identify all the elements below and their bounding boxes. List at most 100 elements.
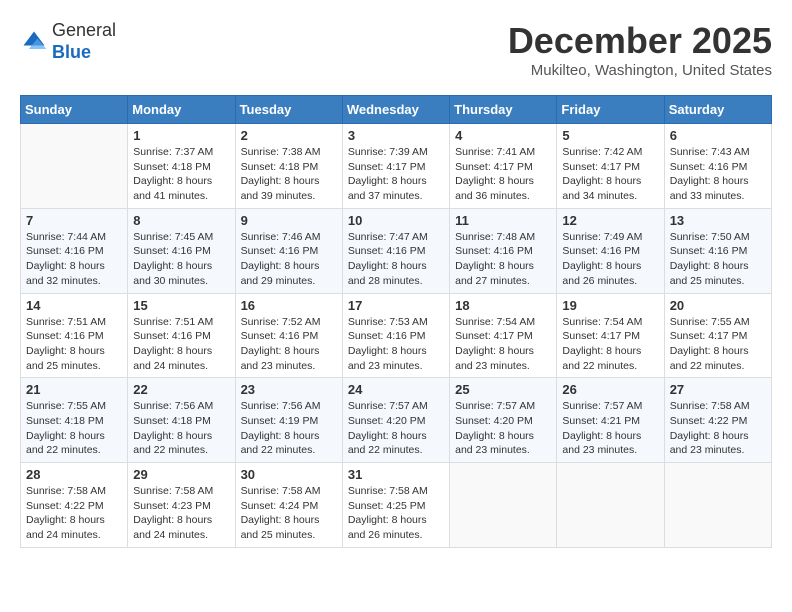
day-number: 6 <box>670 128 766 143</box>
day-info: Sunrise: 7:57 AMSunset: 4:20 PMDaylight:… <box>348 399 444 458</box>
month-title: December 2025 <box>508 20 772 62</box>
day-number: 14 <box>26 298 122 313</box>
day-number: 25 <box>455 382 551 397</box>
calendar-cell: 5Sunrise: 7:42 AMSunset: 4:17 PMDaylight… <box>557 124 664 209</box>
day-info: Sunrise: 7:48 AMSunset: 4:16 PMDaylight:… <box>455 230 551 289</box>
calendar-cell: 31Sunrise: 7:58 AMSunset: 4:25 PMDayligh… <box>342 463 449 548</box>
calendar-cell <box>664 463 771 548</box>
calendar-week-row: 1Sunrise: 7:37 AMSunset: 4:18 PMDaylight… <box>21 124 772 209</box>
logo-general-text: General <box>52 20 116 42</box>
weekday-header-wednesday: Wednesday <box>342 96 449 124</box>
day-number: 8 <box>133 213 229 228</box>
weekday-header-tuesday: Tuesday <box>235 96 342 124</box>
day-info: Sunrise: 7:44 AMSunset: 4:16 PMDaylight:… <box>26 230 122 289</box>
weekday-header-row: SundayMondayTuesdayWednesdayThursdayFrid… <box>21 96 772 124</box>
day-number: 11 <box>455 213 551 228</box>
calendar-cell <box>21 124 128 209</box>
calendar-cell: 22 Sunrise: 7:56 AMSunset: 4:18 PMDayligh… <box>128 378 235 463</box>
day-number: 24 <box>348 382 444 397</box>
day-info: Sunrise: 7:47 AMSunset: 4:16 PMDaylight:… <box>348 230 444 289</box>
day-info: Sunrise: 7:55 AMSunset: 4:18 PMDaylight:… <box>26 399 122 458</box>
day-number: 10 <box>348 213 444 228</box>
calendar-cell: 15 Sunrise: 7:51 AMSunset: 4:16 PMDayligh… <box>128 293 235 378</box>
day-info: Sunrise: 7:54 AMSunset: 4:17 PMDaylight:… <box>455 315 551 374</box>
calendar-table: SundayMondayTuesdayWednesdayThursdayFrid… <box>20 95 772 548</box>
day-info: Sunrise: 7:37 AMSunset: 4:18 PMDaylight:… <box>133 145 229 204</box>
weekday-header-monday: Monday <box>128 96 235 124</box>
day-info: Sunrise: 7:58 AMSunset: 4:25 PMDaylight:… <box>348 484 444 543</box>
day-info: Sunrise: 7:50 AMSunset: 4:16 PMDaylight:… <box>670 230 766 289</box>
day-number: 26 <box>562 382 658 397</box>
day-info: Sunrise: 7:58 AMSunset: 4:24 PMDaylight:… <box>241 484 337 543</box>
calendar-week-row: 14 Sunrise: 7:51 AMSunset: 4:16 PMDayligh… <box>21 293 772 378</box>
day-info: Sunrise: 7:56 AMSunset: 4:19 PMDaylight:… <box>241 399 337 458</box>
calendar-cell: 2 Sunrise: 7:38 AMSunset: 4:18 PMDaylight… <box>235 124 342 209</box>
calendar-cell: 10 Sunrise: 7:47 AMSunset: 4:16 PMDayligh… <box>342 208 449 293</box>
calendar-cell: 27Sunrise: 7:58 AMSunset: 4:22 PMDayligh… <box>664 378 771 463</box>
title-block: December 2025 Mukilteo, Washington, Unit… <box>508 20 772 79</box>
logo-blue-text: Blue <box>52 42 116 64</box>
day-number: 17 <box>348 298 444 313</box>
day-number: 13 <box>670 213 766 228</box>
day-info: Sunrise: 7:49 AMSunset: 4:16 PMDaylight:… <box>562 230 658 289</box>
weekday-header-friday: Friday <box>557 96 664 124</box>
day-info: Sunrise: 7:57 AMSunset: 4:20 PMDaylight:… <box>455 399 551 458</box>
calendar-cell: 20Sunrise: 7:55 AMSunset: 4:17 PMDayligh… <box>664 293 771 378</box>
day-info: Sunrise: 7:51 AMSunset: 4:16 PMDaylight:… <box>26 315 122 374</box>
day-number: 9 <box>241 213 337 228</box>
calendar-cell: 1Sunrise: 7:37 AMSunset: 4:18 PMDaylight… <box>128 124 235 209</box>
calendar-cell: 14 Sunrise: 7:51 AMSunset: 4:16 PMDayligh… <box>21 293 128 378</box>
calendar-cell: 21 Sunrise: 7:55 AMSunset: 4:18 PMDayligh… <box>21 378 128 463</box>
calendar-cell: 13 Sunrise: 7:50 AMSunset: 4:16 PMDayligh… <box>664 208 771 293</box>
day-number: 4 <box>455 128 551 143</box>
day-number: 28 <box>26 467 122 482</box>
calendar-cell: 25 Sunrise: 7:57 AMSunset: 4:20 PMDayligh… <box>450 378 557 463</box>
calendar-week-row: 28 Sunrise: 7:58 AMSunset: 4:22 PMDayligh… <box>21 463 772 548</box>
day-number: 20 <box>670 298 766 313</box>
calendar-week-row: 21 Sunrise: 7:55 AMSunset: 4:18 PMDayligh… <box>21 378 772 463</box>
day-info: Sunrise: 7:39 AMSunset: 4:17 PMDaylight:… <box>348 145 444 204</box>
day-number: 2 <box>241 128 337 143</box>
day-info: Sunrise: 7:45 AMSunset: 4:16 PMDaylight:… <box>133 230 229 289</box>
weekday-header-thursday: Thursday <box>450 96 557 124</box>
day-number: 29 <box>133 467 229 482</box>
location-text: Mukilteo, Washington, United States <box>508 62 772 79</box>
day-info: Sunrise: 7:58 AMSunset: 4:22 PMDaylight:… <box>26 484 122 543</box>
day-number: 15 <box>133 298 229 313</box>
calendar-cell: 24 Sunrise: 7:57 AMSunset: 4:20 PMDayligh… <box>342 378 449 463</box>
calendar-cell: 17Sunrise: 7:53 AMSunset: 4:16 PMDayligh… <box>342 293 449 378</box>
calendar-cell: 3 Sunrise: 7:39 AMSunset: 4:17 PMDaylight… <box>342 124 449 209</box>
calendar-cell: 7 Sunrise: 7:44 AMSunset: 4:16 PMDaylight… <box>21 208 128 293</box>
day-number: 18 <box>455 298 551 313</box>
day-info: Sunrise: 7:46 AMSunset: 4:16 PMDaylight:… <box>241 230 337 289</box>
day-number: 21 <box>26 382 122 397</box>
calendar-cell: 19Sunrise: 7:54 AMSunset: 4:17 PMDayligh… <box>557 293 664 378</box>
calendar-cell: 12Sunrise: 7:49 AMSunset: 4:16 PMDayligh… <box>557 208 664 293</box>
day-number: 22 <box>133 382 229 397</box>
day-info: Sunrise: 7:58 AMSunset: 4:23 PMDaylight:… <box>133 484 229 543</box>
calendar-cell: 9 Sunrise: 7:46 AMSunset: 4:16 PMDaylight… <box>235 208 342 293</box>
calendar-cell: 8 Sunrise: 7:45 AMSunset: 4:16 PMDaylight… <box>128 208 235 293</box>
day-number: 19 <box>562 298 658 313</box>
weekday-header-saturday: Saturday <box>664 96 771 124</box>
day-info: Sunrise: 7:58 AMSunset: 4:22 PMDaylight:… <box>670 399 766 458</box>
day-info: Sunrise: 7:51 AMSunset: 4:16 PMDaylight:… <box>133 315 229 374</box>
day-number: 3 <box>348 128 444 143</box>
day-number: 23 <box>241 382 337 397</box>
calendar-cell: 18 Sunrise: 7:54 AMSunset: 4:17 PMDayligh… <box>450 293 557 378</box>
calendar-cell: 6Sunrise: 7:43 AMSunset: 4:16 PMDaylight… <box>664 124 771 209</box>
calendar-cell: 30 Sunrise: 7:58 AMSunset: 4:24 PMDayligh… <box>235 463 342 548</box>
calendar-cell: 28 Sunrise: 7:58 AMSunset: 4:22 PMDayligh… <box>21 463 128 548</box>
calendar-cell: 23 Sunrise: 7:56 AMSunset: 4:19 PMDayligh… <box>235 378 342 463</box>
day-info: Sunrise: 7:38 AMSunset: 4:18 PMDaylight:… <box>241 145 337 204</box>
day-info: Sunrise: 7:57 AMSunset: 4:21 PMDaylight:… <box>562 399 658 458</box>
day-info: Sunrise: 7:56 AMSunset: 4:18 PMDaylight:… <box>133 399 229 458</box>
calendar-cell <box>450 463 557 548</box>
page-header: General Blue December 2025 Mukilteo, Was… <box>20 20 772 79</box>
calendar-week-row: 7 Sunrise: 7:44 AMSunset: 4:16 PMDaylight… <box>21 208 772 293</box>
day-number: 5 <box>562 128 658 143</box>
calendar-cell: 16Sunrise: 7:52 AMSunset: 4:16 PMDayligh… <box>235 293 342 378</box>
day-number: 30 <box>241 467 337 482</box>
weekday-header-sunday: Sunday <box>21 96 128 124</box>
day-number: 7 <box>26 213 122 228</box>
